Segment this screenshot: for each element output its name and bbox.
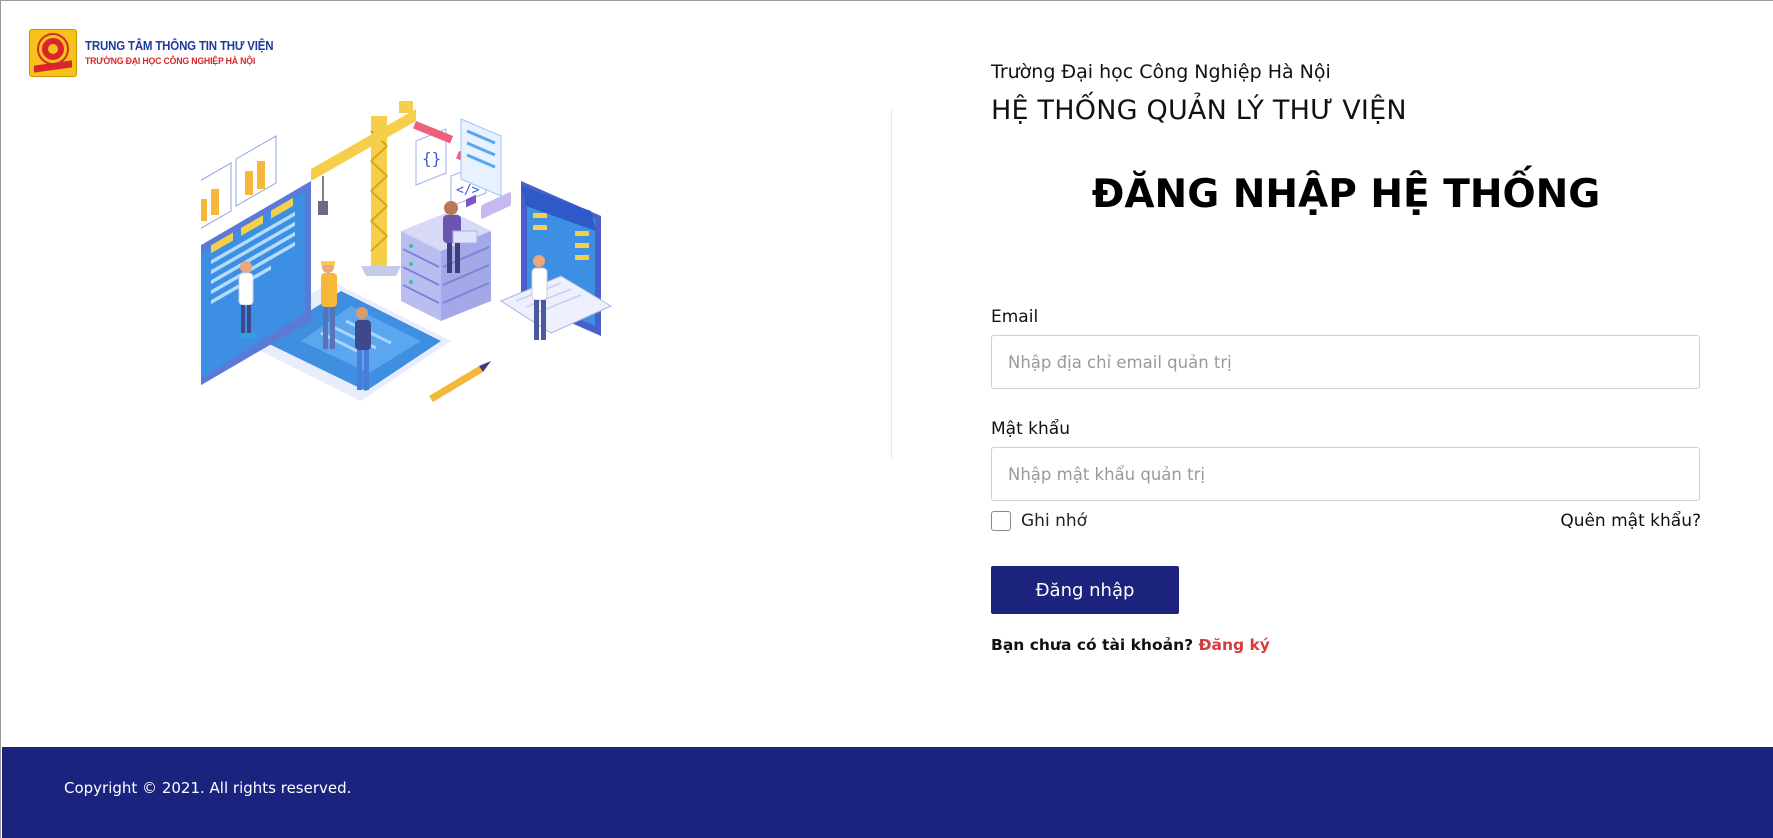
remember-label: Ghi nhớ xyxy=(1021,511,1088,531)
library-logo-icon xyxy=(29,29,77,77)
password-field[interactable] xyxy=(991,447,1700,501)
email-field[interactable] xyxy=(991,335,1700,389)
isometric-developers-illustration: {} </> xyxy=(201,101,613,402)
remember-me[interactable]: Ghi nhớ xyxy=(991,511,1087,531)
svg-text:{}: {} xyxy=(422,149,441,168)
system-title: HỆ THỐNG QUẢN LÝ THƯ VIỆN xyxy=(991,95,1407,126)
signup-prompt: Bạn chưa có tài khoản? Đăng ký xyxy=(991,636,1270,654)
login-panel: Trường Đại học Công Nghiệp Hà Nội HỆ THỐ… xyxy=(991,61,1701,654)
password-label: Mật khẩu xyxy=(991,419,1070,439)
login-button[interactable]: Đăng nhập xyxy=(991,566,1179,614)
logo-title: TRUNG TÂM THÔNG TIN THƯ VIỆN xyxy=(85,39,274,53)
forgot-password-link[interactable]: Quên mật khẩu? xyxy=(1560,511,1701,531)
footer: Copyright © 2021. All rights reserved. xyxy=(2,747,1773,838)
library-logo[interactable]: TRUNG TÂM THÔNG TIN THƯ VIỆN TRƯỜNG ĐẠI … xyxy=(29,29,290,77)
copyright-text: Copyright © 2021. All rights reserved. xyxy=(64,779,352,797)
vertical-divider xyxy=(891,109,892,459)
page-frame: TRUNG TÂM THÔNG TIN THƯ VIỆN TRƯỜNG ĐẠI … xyxy=(0,0,1773,838)
signup-prompt-text: Bạn chưa có tài khoản? xyxy=(991,636,1199,654)
signup-link[interactable]: Đăng ký xyxy=(1199,636,1270,654)
school-name: Trường Đại học Công Nghiệp Hà Nội xyxy=(991,61,1331,83)
remember-checkbox[interactable] xyxy=(991,511,1011,531)
login-title: ĐĂNG NHẬP HỆ THỐNG xyxy=(1091,172,1601,217)
logo-text: TRUNG TÂM THÔNG TIN THƯ VIỆN TRƯỜNG ĐẠI … xyxy=(85,39,290,67)
logo-subtitle: TRƯỜNG ĐẠI HỌC CÔNG NGHIỆP HÀ NỘI xyxy=(85,56,256,67)
email-label: Email xyxy=(991,307,1039,327)
